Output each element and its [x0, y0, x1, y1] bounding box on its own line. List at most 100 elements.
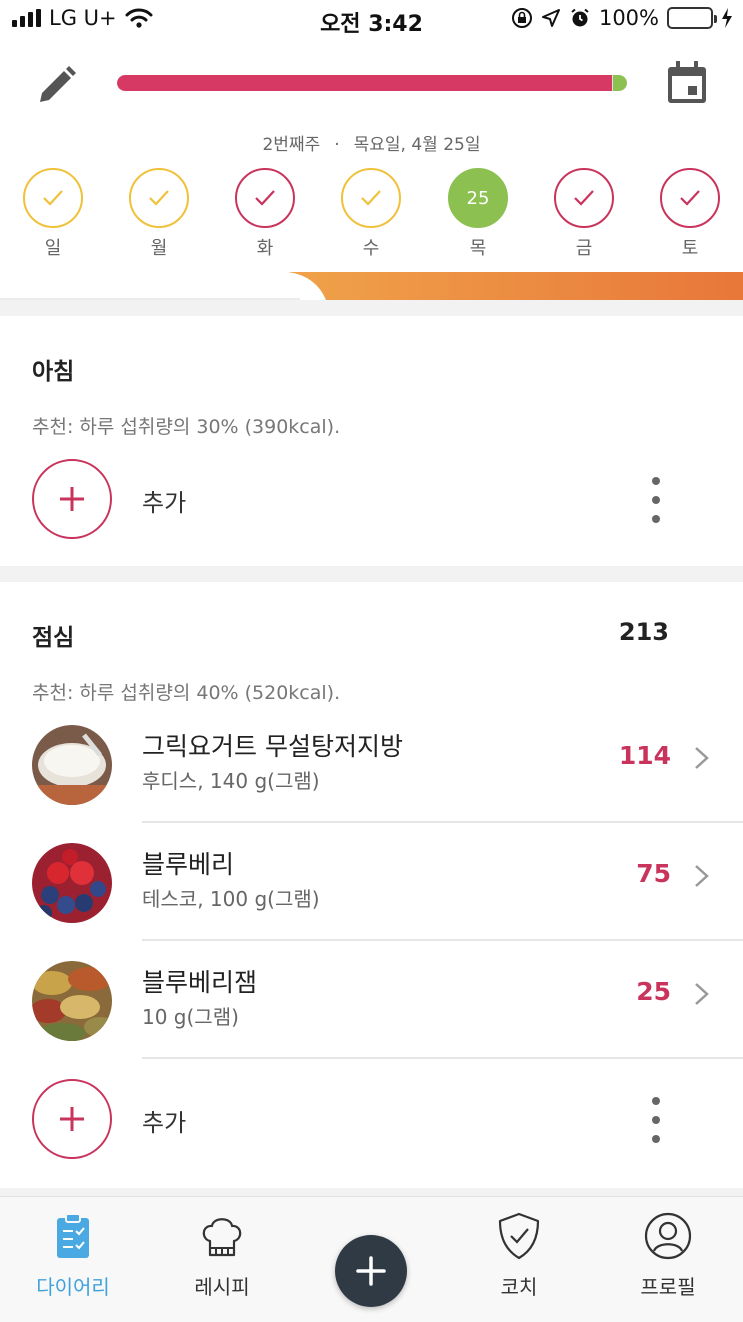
nav-label: 코치	[500, 1275, 538, 1299]
food-name: 블루베리	[142, 850, 235, 879]
chevron-right-icon	[695, 983, 709, 1005]
section-recommendation: 추천: 하루 섭취량의 40% (520kcal).	[32, 682, 341, 704]
day-label: 일	[44, 238, 62, 259]
plus-icon	[60, 1107, 84, 1131]
nav-profile[interactable]: 프로필	[608, 1211, 728, 1300]
check-icon	[43, 190, 63, 206]
check-icon	[680, 190, 700, 206]
day-status-circle[interactable]	[341, 168, 401, 228]
more-options-icon[interactable]	[646, 1097, 666, 1143]
daily-tab-indicator	[0, 272, 743, 300]
food-item[interactable]: 블루베리 테스코, 100 g(그램) 75	[0, 823, 743, 941]
day-3[interactable]: 수	[341, 168, 401, 260]
food-item[interactable]: 블루베리잼 10 g(그램) 25	[0, 941, 743, 1059]
clipboard-icon	[57, 1213, 89, 1258]
day-status-circle[interactable]	[23, 168, 83, 228]
day-0[interactable]: 일	[23, 168, 83, 260]
chef-hat-icon	[202, 1218, 242, 1257]
bottom-navigation: 다이어리 레시피 코치 프로필	[0, 1196, 743, 1322]
check-icon	[574, 190, 594, 206]
add-food-button[interactable]	[32, 1079, 112, 1159]
nav-label: 레시피	[194, 1275, 250, 1299]
day-label: 토	[681, 238, 699, 259]
add-food-row[interactable]: 추가	[0, 459, 743, 539]
section-recommendation: 추천: 하루 섭취량의 30% (390kcal).	[32, 416, 341, 438]
calendar-icon	[668, 61, 706, 103]
day-2[interactable]: 화	[235, 168, 295, 260]
day-4[interactable]: 25 목	[448, 168, 508, 260]
check-icon	[361, 190, 381, 206]
day-status-circle[interactable]	[554, 168, 614, 228]
food-thumbnail	[32, 843, 112, 923]
week-date-label: 2번째주 · 목요일, 4월 25일	[262, 135, 481, 155]
day-label: 화	[256, 238, 274, 259]
alarm-icon	[571, 8, 589, 27]
chevron-right-icon	[695, 747, 709, 769]
date-label: 목요일, 4월 25일	[353, 135, 481, 155]
day-label: 목	[469, 238, 487, 259]
daily-progress-bar	[117, 75, 627, 91]
calendar-button[interactable]	[662, 58, 712, 108]
diary-header: 2번째주 · 목요일, 4월 25일 일 월 화 수 25 목 금 토	[0, 40, 743, 300]
day-number: 25	[466, 187, 490, 209]
shield-check-icon	[498, 1212, 540, 1260]
chevron-right-icon	[695, 865, 709, 887]
food-detail: 10 g(그램)	[142, 1005, 239, 1029]
today-circle[interactable]: 25	[448, 168, 508, 228]
food-item[interactable]: 그릭요거트 무설탕저지방 후디스, 140 g(그램) 114	[0, 705, 743, 823]
edit-button[interactable]	[32, 60, 82, 110]
week-day-selector: 일 월 화 수 25 목 금 토	[0, 168, 743, 260]
day-status-circle[interactable]	[660, 168, 720, 228]
food-kcal: 25	[636, 977, 671, 1006]
add-food-row[interactable]: 추가	[0, 1079, 743, 1159]
lunch-section: 점심 213 추천: 하루 섭취량의 40% (520kcal). 그릭요거트 …	[0, 582, 743, 1188]
section-total-kcal: 213	[618, 618, 669, 646]
day-5[interactable]: 금	[554, 168, 614, 260]
charging-icon	[722, 8, 732, 28]
rotation-lock-icon	[511, 8, 532, 28]
add-label: 추가	[142, 489, 187, 517]
nav-recipes[interactable]: 레시피	[162, 1211, 282, 1300]
nav-coach[interactable]: 코치	[459, 1211, 579, 1300]
day-label: 월	[150, 238, 168, 259]
location-icon	[541, 9, 560, 27]
food-name: 블루베리잼	[142, 968, 258, 997]
pencil-icon	[40, 66, 76, 102]
day-6[interactable]: 토	[660, 168, 720, 260]
food-thumbnail	[32, 725, 112, 805]
food-kcal: 114	[618, 741, 671, 770]
more-options-icon[interactable]	[646, 477, 666, 523]
breakfast-section: 아침 추천: 하루 섭취량의 30% (390kcal). 추가	[0, 316, 743, 566]
check-icon	[149, 190, 169, 206]
food-detail: 테스코, 100 g(그램)	[142, 887, 320, 911]
check-icon	[255, 190, 275, 206]
status-bar: LG U+ 오전 3:42 100%	[0, 0, 743, 40]
day-status-circle[interactable]	[129, 168, 189, 228]
plus-icon	[60, 487, 84, 511]
divider	[142, 1057, 743, 1059]
profile-icon	[644, 1212, 692, 1260]
status-right: 100%	[511, 6, 733, 30]
add-food-button[interactable]	[32, 459, 112, 539]
battery-percent: 100%	[598, 6, 659, 30]
food-detail: 후디스, 140 g(그램)	[142, 769, 320, 793]
section-title: 점심	[32, 625, 75, 651]
day-label: 수	[362, 238, 380, 259]
add-label: 추가	[142, 1109, 187, 1137]
battery-icon	[667, 7, 717, 29]
day-1[interactable]: 월	[129, 168, 189, 260]
progress-remaining	[613, 75, 627, 91]
day-label: 금	[575, 238, 593, 259]
plus-icon	[356, 1256, 386, 1286]
food-kcal: 75	[636, 859, 671, 888]
week-label: 2번째주	[262, 135, 321, 155]
section-title: 아침	[32, 359, 75, 385]
food-thumbnail	[32, 961, 112, 1041]
nav-diary[interactable]: 다이어리	[13, 1211, 133, 1300]
nav-label: 프로필	[640, 1275, 696, 1299]
progress-fill	[117, 75, 612, 91]
quick-add-button[interactable]	[335, 1235, 407, 1307]
day-status-circle[interactable]	[235, 168, 295, 228]
food-name: 그릭요거트 무설탕저지방	[142, 732, 403, 761]
nav-label: 다이어리	[36, 1275, 110, 1299]
